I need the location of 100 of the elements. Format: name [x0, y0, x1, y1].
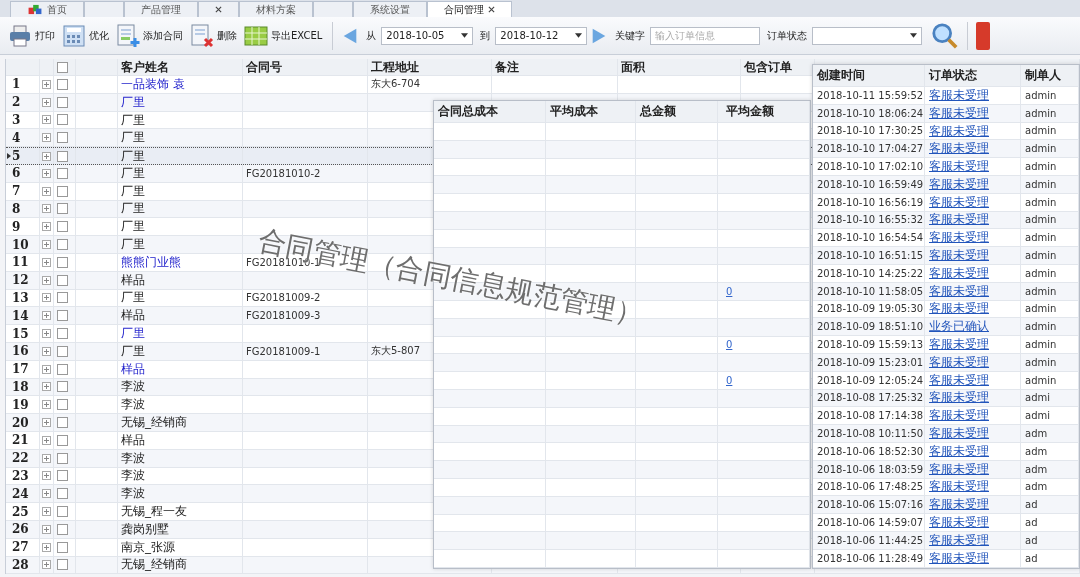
- caret-icon[interactable]: [910, 33, 918, 38]
- expand-icon[interactable]: [42, 168, 51, 178]
- row-checkbox[interactable]: [57, 523, 68, 535]
- expand-icon[interactable]: [42, 471, 51, 481]
- row-checkbox[interactable]: [57, 292, 68, 304]
- row-checkbox[interactable]: [57, 488, 68, 500]
- row-checkbox[interactable]: [57, 470, 68, 482]
- tab[interactable]: 首页: [10, 1, 84, 17]
- row-checkbox[interactable]: [57, 434, 68, 446]
- row-checkbox[interactable]: [57, 114, 68, 126]
- toolbar-button[interactable]: 添加合同: [114, 21, 185, 50]
- row-checkbox[interactable]: [57, 221, 68, 233]
- expand-icon[interactable]: [42, 97, 51, 107]
- order-status-link[interactable]: 业务已确认: [929, 318, 1020, 336]
- toolbar-button[interactable]: 删除: [188, 21, 239, 50]
- close-icon[interactable]: [215, 6, 222, 13]
- column-header[interactable]: 平均金额: [718, 101, 810, 122]
- expand-icon[interactable]: [42, 435, 51, 445]
- row-checkbox[interactable]: [57, 363, 68, 375]
- column-header[interactable]: 客户姓名: [118, 59, 243, 75]
- column-header[interactable]: 创建时间: [813, 65, 925, 86]
- expand-icon[interactable]: [42, 222, 51, 232]
- order-status-link[interactable]: 客服未受理: [929, 140, 1020, 158]
- row-checkbox[interactable]: [57, 274, 68, 286]
- tab[interactable]: 材料方案: [239, 1, 313, 17]
- row-checkbox[interactable]: [57, 96, 68, 108]
- column-header[interactable]: 面积: [618, 59, 741, 75]
- order-status-link[interactable]: 客服未受理: [929, 389, 1020, 407]
- order-status-link[interactable]: 客服未受理: [929, 211, 1020, 229]
- column-header[interactable]: 制单人: [1021, 65, 1079, 86]
- expand-icon[interactable]: [42, 507, 51, 516]
- expand-icon[interactable]: [42, 257, 51, 267]
- tab[interactable]: 合同管理: [427, 1, 512, 17]
- order-status-link[interactable]: 客服未受理: [929, 264, 1020, 282]
- expand-icon[interactable]: [42, 400, 51, 410]
- expand-icon[interactable]: [42, 418, 51, 428]
- row-checkbox[interactable]: [57, 559, 68, 571]
- order-status-link[interactable]: 客服未受理: [929, 514, 1020, 532]
- order-status-link[interactable]: 客服未受理: [929, 158, 1020, 176]
- order-status-link[interactable]: 客服未受理: [929, 353, 1020, 371]
- row-checkbox[interactable]: [57, 78, 68, 90]
- column-header[interactable]: 订单状态: [925, 65, 1021, 86]
- order-status-link[interactable]: 客服未受理: [929, 371, 1020, 389]
- expand-icon[interactable]: [42, 489, 51, 499]
- row-checkbox[interactable]: [57, 167, 68, 179]
- order-status-link[interactable]: 客服未受理: [929, 478, 1020, 496]
- close-icon[interactable]: [488, 6, 495, 13]
- from-date-field[interactable]: 2018-10-05: [381, 26, 474, 45]
- toolbar-button[interactable]: 导出EXCEL: [242, 21, 325, 50]
- order-status-link[interactable]: 客服未受理: [929, 229, 1020, 247]
- row-checkbox[interactable]: [57, 541, 68, 553]
- column-header[interactable]: 总金额: [636, 101, 718, 122]
- toolbar-button[interactable]: 打印: [6, 21, 57, 50]
- order-status-link[interactable]: 客服未受理: [929, 86, 1020, 104]
- tab[interactable]: 系统设置: [353, 1, 427, 17]
- order-status-link[interactable]: 客服未受理: [929, 460, 1020, 478]
- amount-link[interactable]: 0: [726, 286, 733, 298]
- expand-icon[interactable]: [42, 240, 51, 250]
- column-header[interactable]: 合同总成本: [434, 101, 546, 122]
- row-checkbox[interactable]: [57, 345, 68, 357]
- row-checkbox[interactable]: [57, 399, 68, 411]
- expand-icon[interactable]: [42, 453, 51, 463]
- expand-icon[interactable]: [42, 133, 51, 143]
- expand-icon[interactable]: [42, 151, 51, 161]
- expand-icon[interactable]: [42, 329, 51, 339]
- row-checkbox[interactable]: [57, 417, 68, 429]
- order-status-link[interactable]: 客服未受理: [929, 425, 1020, 443]
- caret-icon[interactable]: [575, 33, 583, 38]
- row-checkbox[interactable]: [57, 381, 68, 393]
- row-checkbox[interactable]: [57, 310, 68, 322]
- row-checkbox[interactable]: [57, 256, 68, 268]
- row-checkbox[interactable]: [57, 506, 68, 517]
- row-checkbox[interactable]: [57, 203, 68, 215]
- expand-icon[interactable]: [42, 364, 51, 374]
- expand-icon[interactable]: [42, 346, 51, 356]
- tab[interactable]: 产品管理: [124, 1, 198, 17]
- row-checkbox[interactable]: [57, 328, 68, 340]
- order-status-link[interactable]: 客服未受理: [929, 407, 1020, 425]
- order-status-link[interactable]: 客服未受理: [929, 300, 1020, 318]
- order-status-link[interactable]: 客服未受理: [929, 282, 1020, 300]
- row-checkbox[interactable]: [57, 185, 68, 197]
- keyword-field[interactable]: 输入订单信息: [650, 26, 761, 45]
- expand-icon[interactable]: [42, 204, 51, 214]
- order-status-link[interactable]: 客服未受理: [929, 549, 1020, 567]
- order-status-link[interactable]: 客服未受理: [929, 104, 1020, 122]
- order-status-link[interactable]: 客服未受理: [929, 496, 1020, 514]
- column-header[interactable]: 平均成本: [546, 101, 636, 122]
- order-status-link[interactable]: 客服未受理: [929, 336, 1020, 354]
- expand-icon[interactable]: [42, 311, 51, 321]
- amount-link[interactable]: 0: [726, 375, 733, 387]
- expand-icon[interactable]: [42, 115, 51, 125]
- expand-icon[interactable]: [42, 79, 51, 89]
- expand-icon[interactable]: [42, 382, 51, 392]
- order-status-link[interactable]: 客服未受理: [929, 531, 1020, 549]
- expand-icon[interactable]: [42, 275, 51, 285]
- row-checkbox[interactable]: [57, 239, 68, 251]
- order-status-link[interactable]: 客服未受理: [929, 247, 1020, 265]
- row-checkbox[interactable]: [57, 452, 68, 464]
- expand-icon[interactable]: [42, 524, 51, 534]
- select-all-checkbox[interactable]: [57, 61, 68, 73]
